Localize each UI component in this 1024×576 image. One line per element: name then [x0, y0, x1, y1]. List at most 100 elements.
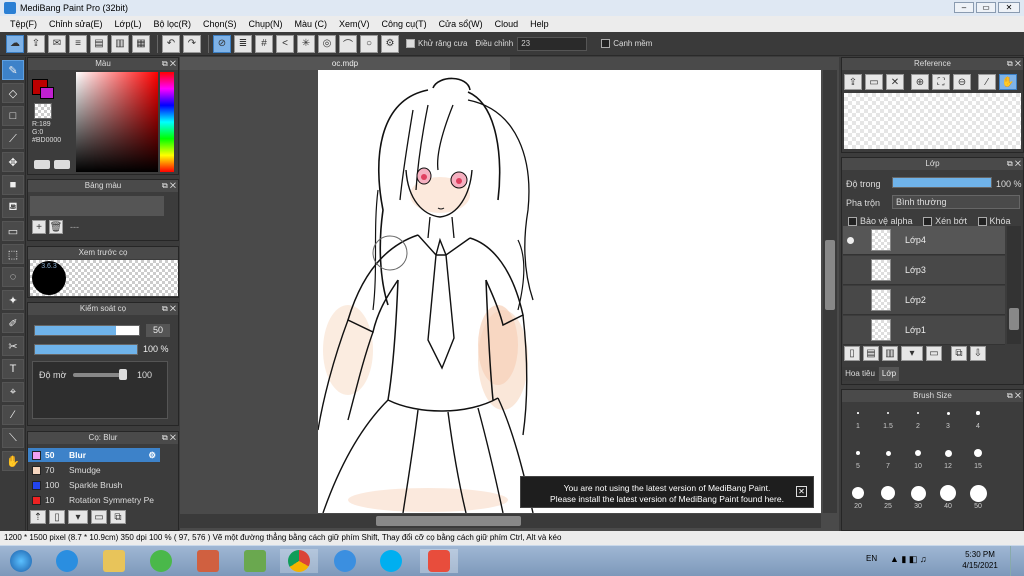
- zoom-in-icon[interactable]: ⊕: [911, 74, 929, 90]
- menu-filter[interactable]: Bộ lọc(R): [147, 19, 197, 29]
- brush-size-cell[interactable]: 4: [963, 403, 993, 431]
- correction-select[interactable]: 23: [517, 36, 588, 51]
- brush-size-cell[interactable]: 1.5: [873, 403, 903, 431]
- brush-item[interactable]: 100 Sparkle Brush: [28, 478, 160, 492]
- lock-checkbox[interactable]: [977, 217, 987, 227]
- new-halftone-layer-icon[interactable]: ▤: [863, 346, 879, 361]
- secondary-color-swatch[interactable]: [40, 87, 54, 99]
- layer-folder-icon[interactable]: ▭: [926, 346, 942, 361]
- rect-select-tool-icon[interactable]: □: [2, 106, 24, 126]
- game-icon[interactable]: [236, 549, 274, 573]
- soft-edge-toggle[interactable]: Cạnh mềm: [601, 39, 652, 49]
- share-icon[interactable]: ⇪: [27, 34, 45, 53]
- brush-item[interactable]: 10 Rotation Symmetry Pe: [28, 493, 160, 507]
- drawing-canvas[interactable]: [318, 70, 821, 513]
- add-brush-icon[interactable]: ▾: [68, 510, 88, 524]
- brush-size-cell[interactable]: 7: [873, 443, 903, 471]
- hand-tool-icon[interactable]: ✋: [2, 451, 24, 471]
- menu-select[interactable]: Chọn(S): [197, 19, 243, 29]
- saturation-value-picker[interactable]: [76, 72, 158, 172]
- delete-palette-icon[interactable]: 🗑: [49, 220, 63, 234]
- parallel-snap-icon[interactable]: ≣: [234, 34, 252, 53]
- cloud-icon[interactable]: ☁: [6, 34, 24, 53]
- operation-tool-icon[interactable]: ⌖: [2, 382, 24, 402]
- divide-tool-icon[interactable]: ⟍: [2, 428, 24, 448]
- merge-layer-icon[interactable]: ⇩: [970, 346, 986, 361]
- browser-icon[interactable]: [326, 549, 364, 573]
- medibang-icon[interactable]: [420, 549, 458, 573]
- brush-folder-icon[interactable]: ▭: [91, 510, 107, 524]
- clock[interactable]: 5:30 PM 4/15/2021: [958, 549, 1002, 571]
- select-eraser-tool-icon[interactable]: ✂: [2, 336, 24, 356]
- brush-size-cell[interactable]: 25: [873, 483, 903, 511]
- new-brush-icon[interactable]: ▯: [49, 510, 65, 524]
- bucket-tool-icon[interactable]: ⛾: [2, 198, 24, 218]
- brush-size-cell[interactable]: 30: [903, 483, 933, 511]
- brush-cloud-icon[interactable]: ⇡: [30, 510, 46, 524]
- horizontal-scrollbar[interactable]: [180, 514, 821, 528]
- brush-size-value[interactable]: 50: [146, 324, 170, 337]
- eyedropper-icon[interactable]: ⁄: [978, 74, 996, 90]
- hue-slider[interactable]: [160, 72, 174, 172]
- menu-cloud[interactable]: Cloud: [489, 19, 525, 29]
- vanishing-snap-icon[interactable]: <: [276, 34, 294, 53]
- hand-icon[interactable]: ✋: [999, 74, 1017, 90]
- brush-tool-icon[interactable]: ✎: [2, 60, 24, 80]
- add-layer-menu-icon[interactable]: ▾: [901, 346, 923, 361]
- duplicate-brush-icon[interactable]: ⧉: [110, 510, 126, 524]
- move-tool-icon[interactable]: ✥: [2, 152, 24, 172]
- horizontal-scroll-thumb[interactable]: [376, 516, 521, 526]
- tray-icons[interactable]: ▲ ▮ ◧ ♫: [890, 554, 927, 565]
- lock-toggle[interactable]: Khóa: [977, 216, 1011, 227]
- layer-item[interactable]: Lớp2: [843, 286, 1005, 315]
- menu-edit[interactable]: Chỉnh sửa(E): [43, 19, 109, 29]
- zoom-out-icon[interactable]: ⊖: [953, 74, 971, 90]
- select-pen-tool-icon[interactable]: ✐: [2, 313, 24, 333]
- paint-icon[interactable]: [189, 549, 227, 573]
- text-doc-icon[interactable]: ≡: [69, 34, 87, 53]
- new-layer-icon[interactable]: ▯: [844, 346, 860, 361]
- dot-tool-icon[interactable]: ⟋: [2, 129, 24, 149]
- ellipse-snap-icon[interactable]: ○: [360, 34, 378, 53]
- explorer-icon[interactable]: [95, 549, 133, 573]
- protect-alpha-toggle[interactable]: Bảo vệ alpha: [848, 216, 913, 227]
- new-8bit-layer-icon[interactable]: ▥: [882, 346, 898, 361]
- reference-view[interactable]: [844, 93, 1021, 149]
- brush-size-cell[interactable]: 2: [903, 403, 933, 431]
- protect-alpha-checkbox[interactable]: [848, 217, 857, 227]
- brush-size-cell[interactable]: 50: [963, 483, 993, 511]
- vertical-scroll-thumb[interactable]: [825, 240, 835, 310]
- menu-snap[interactable]: Chụp(N): [243, 19, 289, 29]
- redo-icon[interactable]: ↷: [183, 34, 201, 53]
- comment-icon[interactable]: ✉: [48, 34, 66, 53]
- ie-icon[interactable]: [48, 549, 86, 573]
- layer-opacity-slider[interactable]: [892, 177, 992, 188]
- tab-layer[interactable]: Lớp: [879, 367, 899, 381]
- brush-item[interactable]: 70 Smudge: [28, 463, 160, 477]
- brush-size-cell[interactable]: 3: [933, 403, 963, 431]
- snap-off-icon[interactable]: ⊘: [213, 34, 231, 53]
- duplicate-layer-icon[interactable]: ⧉: [951, 346, 967, 361]
- close-icon[interactable]: ✕: [796, 486, 807, 497]
- fit-icon[interactable]: ⛶: [932, 74, 950, 90]
- layer-item[interactable]: Lớp3: [843, 256, 1005, 285]
- blur-slider[interactable]: [73, 373, 123, 377]
- layer-scroll-thumb[interactable]: [1009, 308, 1019, 330]
- color-mode-button[interactable]: [34, 160, 50, 169]
- vertical-scrollbar[interactable]: [823, 70, 837, 513]
- curve-snap-icon[interactable]: ⌒: [339, 34, 357, 53]
- eye-icon[interactable]: [847, 236, 854, 244]
- layer-item[interactable]: Lớp4: [843, 226, 1005, 255]
- close-button[interactable]: ✕: [998, 2, 1020, 13]
- panel-close-icon[interactable]: ⧉ ✕: [162, 58, 176, 70]
- brush-size-cell[interactable]: 12: [933, 443, 963, 471]
- panel-close-icon[interactable]: ⧉ ✕: [1007, 158, 1021, 170]
- minimize-button[interactable]: –: [954, 2, 974, 13]
- clipping-toggle[interactable]: Xén bớt: [923, 216, 967, 227]
- gradient-tool-icon[interactable]: ▭: [2, 221, 24, 241]
- menu-tools[interactable]: Công cụ(T): [376, 19, 433, 29]
- panel-close-icon[interactable]: ⧉ ✕: [1007, 390, 1021, 402]
- panel-close-icon[interactable]: ⧉ ✕: [162, 180, 176, 192]
- open-folder-icon[interactable]: ▭: [865, 74, 883, 90]
- start-button[interactable]: [2, 549, 40, 573]
